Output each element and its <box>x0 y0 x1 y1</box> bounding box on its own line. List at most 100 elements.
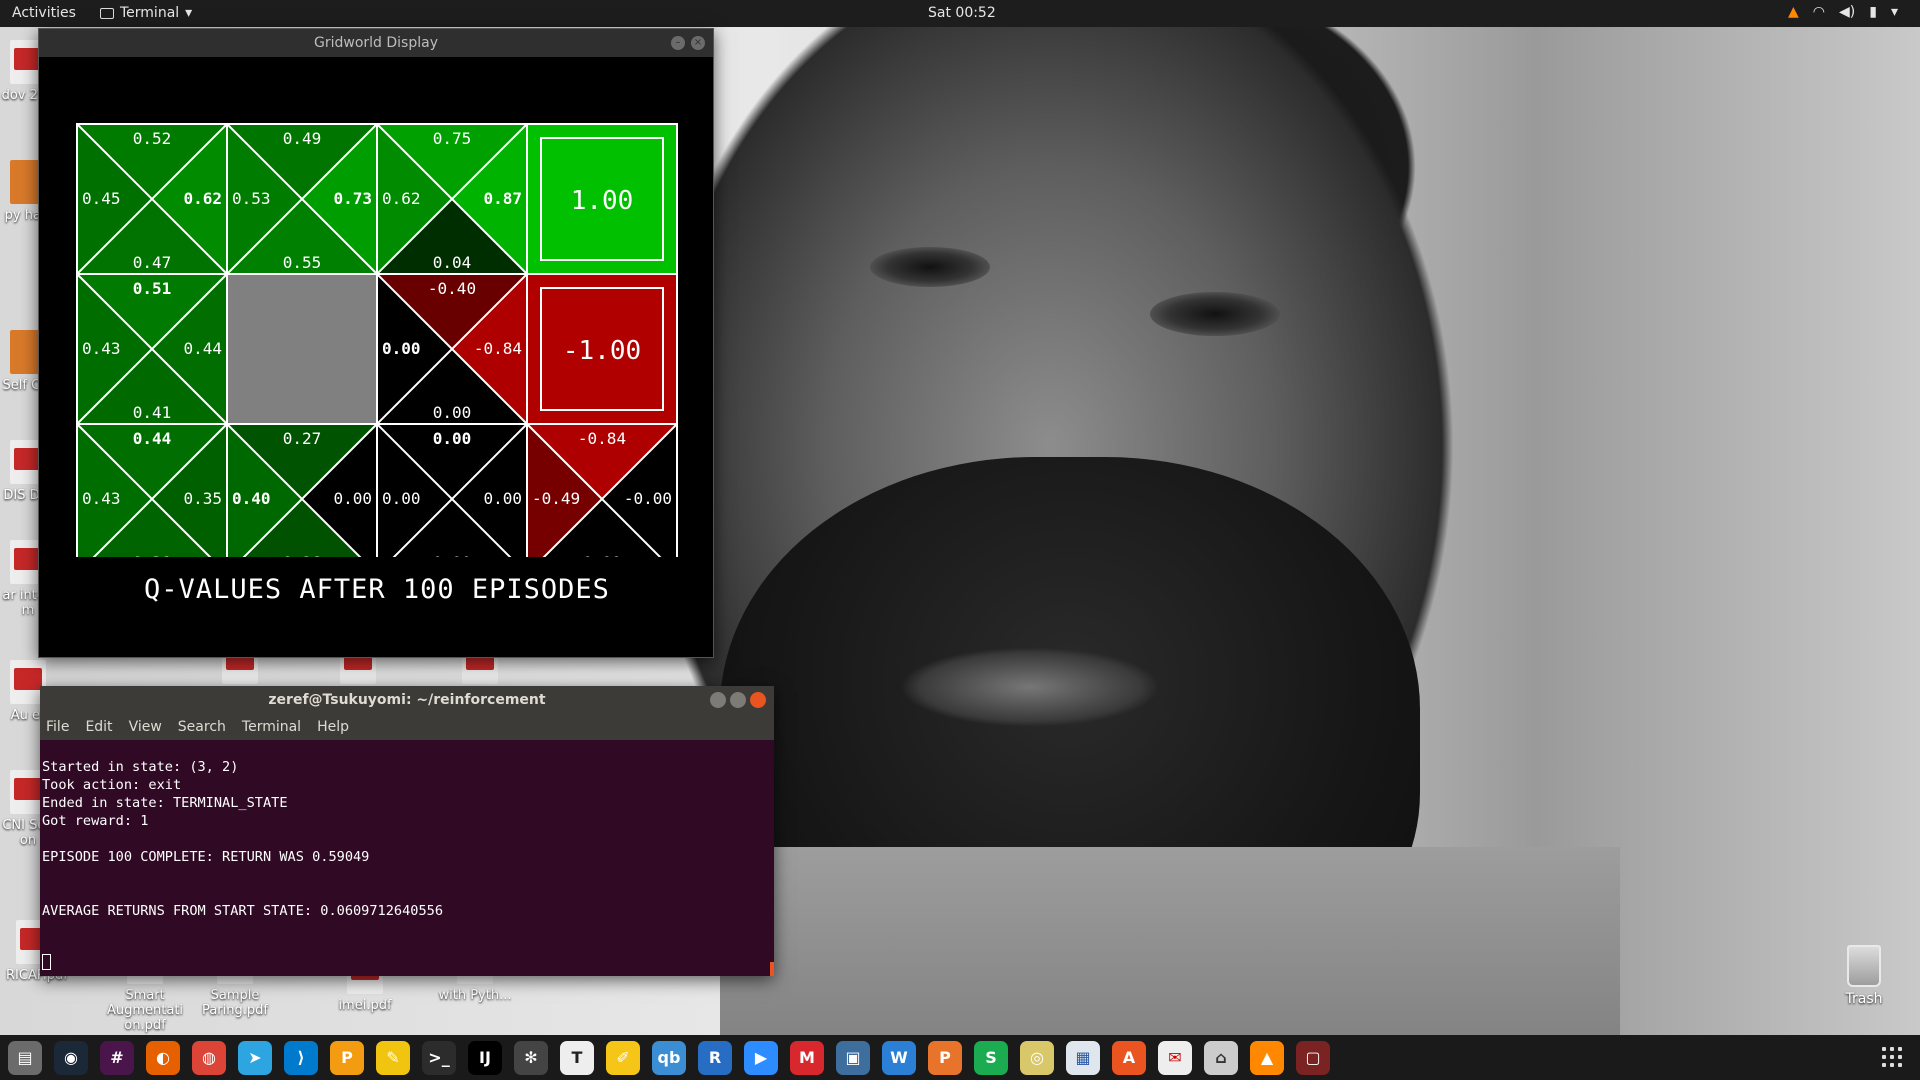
q-value-label: -0.49 <box>532 489 580 508</box>
q-value-label: -0.84 <box>578 429 626 448</box>
q-value-label: 0.45 <box>82 189 121 208</box>
q-value-label: 0.40 <box>232 489 271 508</box>
q-value-label: 0.00 <box>433 403 472 422</box>
gridworld-canvas: 0.52 0.47 0.45 0.62 0.49 0.55 0.53 0.73 0.75 0.04… <box>76 123 678 557</box>
app-menu[interactable]: Terminal ▾ <box>100 5 192 21</box>
terminal-menu-edit[interactable]: Edit <box>85 719 112 735</box>
mega-icon[interactable]: M <box>790 1040 824 1075</box>
wallpaper-left-eye <box>870 247 990 287</box>
steam-icon[interactable]: ◉ <box>54 1040 88 1075</box>
gridworld-caption: Q-VALUES AFTER 100 EPISODES <box>144 574 610 605</box>
app-menu-label: Terminal <box>120 5 180 21</box>
screen-tool-icon[interactable]: ▣ <box>836 1040 870 1075</box>
q-value-label: 0.62 <box>382 189 421 208</box>
minimize-button[interactable]: – <box>671 36 685 50</box>
remote-desktop-icon[interactable]: ⌂ <box>1204 1040 1238 1075</box>
cheese-icon[interactable]: ◎ <box>1020 1040 1054 1075</box>
q-value-label: -0.40 <box>428 279 476 298</box>
vlc-icon[interactable]: ▲ <box>1250 1040 1284 1075</box>
files-icon[interactable]: ▤ <box>8 1040 42 1075</box>
maximize-button[interactable] <box>730 692 746 708</box>
wifi-icon: ◠ <box>1812 4 1826 20</box>
q-value-label: 0.00 <box>583 553 622 557</box>
terminal-menu-search[interactable]: Search <box>178 719 226 735</box>
draw-icon[interactable]: ✐ <box>606 1040 640 1075</box>
typora-icon[interactable]: T <box>560 1040 594 1075</box>
qbittorrent-icon[interactable]: qb <box>652 1040 686 1075</box>
q-value-label: 0.52 <box>133 129 172 148</box>
zoom-icon[interactable]: ▶ <box>744 1040 778 1075</box>
top-bar: Activities Terminal ▾ Sat 00:52 ▲ ◠ ◀) ▮… <box>0 0 1920 27</box>
trash[interactable]: Trash <box>1832 945 1896 1007</box>
clock[interactable]: Sat 00:52 <box>928 5 996 21</box>
q-value-label: 0.44 <box>183 339 222 358</box>
minimize-button[interactable] <box>710 692 726 708</box>
slack-icon[interactable]: # <box>100 1040 134 1075</box>
screen-recorder-icon[interactable]: ▢ <box>1296 1040 1330 1075</box>
activities-button[interactable]: Activities <box>12 5 76 21</box>
system-tray[interactable]: ▲ ◠ ◀) ▮ ▾ <box>1788 4 1898 20</box>
terminal-menubar: File Edit View Search Terminal Help <box>40 714 774 740</box>
q-value-label: 0.87 <box>483 189 522 208</box>
telegram-icon[interactable]: ➤ <box>238 1040 272 1075</box>
q-value-label: 0.62 <box>183 189 222 208</box>
terminal-output[interactable]: Started in state: (3, 2) Took action: ex… <box>40 740 774 920</box>
vscode-icon[interactable]: ⟩ <box>284 1040 318 1075</box>
desktop-file-label: Sample Paring.pdf <box>202 988 268 1018</box>
software-store-icon[interactable]: A <box>1112 1040 1146 1075</box>
q-value-label: 0.00 <box>433 553 472 557</box>
document-viewer-icon[interactable]: ▦ <box>1066 1040 1100 1075</box>
q-value-label: 0.26 <box>283 553 322 557</box>
firefox-icon[interactable]: ◐ <box>146 1040 180 1075</box>
q-value-label: 0.41 <box>133 403 172 422</box>
wps-writer-icon[interactable]: W <box>882 1040 916 1075</box>
terminal-window[interactable]: zeref@Tsukuyomi: ~/reinforcement File Edi… <box>40 686 774 976</box>
terminal-icon <box>100 7 114 19</box>
q-value-label: 0.00 <box>333 489 372 508</box>
r-app-icon[interactable]: R <box>698 1040 732 1075</box>
q-value-label: 0.47 <box>133 253 172 272</box>
dock: ▤ ◉ # ◐ ◍ ➤ ⟩ P ✎ >_ IJ ✻ T ✐ qb R ▶ M ▣ W P S ◎ ▦ A ✉ ⌂ ▲ ▢ <box>0 1035 1920 1080</box>
vlc-tray-icon[interactable]: ▲ <box>1788 4 1799 20</box>
wps-presentation-icon[interactable]: P <box>928 1040 962 1075</box>
wps-spreadsheet-icon[interactable]: S <box>974 1040 1008 1075</box>
battery-icon: ▮ <box>1869 4 1877 20</box>
terminal-value: -1.00 <box>563 336 641 366</box>
settings-gear-icon[interactable]: ✻ <box>514 1040 548 1075</box>
pidgin-orange-icon[interactable]: P <box>330 1040 364 1075</box>
terminal-scrollbar[interactable] <box>770 962 774 976</box>
close-button[interactable] <box>750 692 766 708</box>
wall-cell <box>226 273 378 425</box>
terminal-menu-help[interactable]: Help <box>317 719 349 735</box>
terminal-menu-file[interactable]: File <box>46 719 69 735</box>
trash-icon <box>1847 945 1881 987</box>
gridworld-titlebar[interactable]: Gridworld Display – × <box>39 29 713 57</box>
desktop-file-label: Smart Augmentati on.pdf <box>106 988 184 1033</box>
q-value-label: 0.00 <box>382 489 421 508</box>
q-value-label: 0.53 <box>232 189 271 208</box>
q-value-label: 0.49 <box>283 129 322 148</box>
show-applications-button[interactable] <box>1882 1047 1902 1067</box>
terminal-titlebar[interactable]: zeref@Tsukuyomi: ~/reinforcement <box>40 686 774 714</box>
close-button[interactable]: × <box>691 36 705 50</box>
q-value-label: 0.51 <box>133 279 172 298</box>
desktop-file-label: with Pyth... <box>438 988 512 1003</box>
gridworld-title: Gridworld Display <box>314 35 438 51</box>
q-value-label: -0.00 <box>624 489 672 508</box>
volume-icon: ◀) <box>1839 4 1856 20</box>
wallpaper-right-eye <box>1150 292 1280 336</box>
q-value-label: 0.35 <box>183 489 222 508</box>
q-value-label: 0.44 <box>133 429 172 448</box>
q-value-label: 0.75 <box>433 129 472 148</box>
q-value-label: 0.73 <box>333 189 372 208</box>
notes-icon[interactable]: ✉ <box>1158 1040 1192 1075</box>
trash-label: Trash <box>1845 991 1883 1007</box>
yellow-app-icon[interactable]: ✎ <box>376 1040 410 1075</box>
terminal-icon[interactable]: >_ <box>422 1040 456 1075</box>
q-value-label: 0.00 <box>382 339 421 358</box>
intellij-icon[interactable]: IJ <box>468 1040 502 1075</box>
gridworld-window[interactable]: Gridworld Display – × 0.52 0.47 0.45 0.62 0.… <box>38 28 714 658</box>
chrome-icon[interactable]: ◍ <box>192 1040 226 1075</box>
terminal-menu-view[interactable]: View <box>129 719 162 735</box>
terminal-menu-terminal[interactable]: Terminal <box>242 719 301 735</box>
